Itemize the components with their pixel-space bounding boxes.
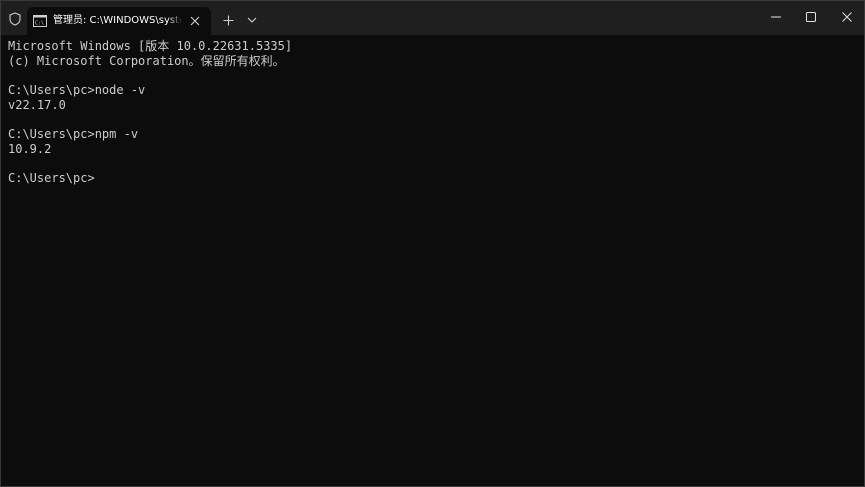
chevron-down-icon [247,17,257,23]
new-tab-button[interactable] [219,11,237,29]
terminal-prompt[interactable]: C:\Users\pc> [8,171,858,186]
close-icon [842,12,852,22]
terminal-line: C:\Users\pc>node -v [8,83,146,98]
terminal-line: (c) Microsoft Corporation。保留所有权利。 [8,53,285,68]
svg-text:C:\: C:\ [35,21,44,27]
maximize-icon [806,12,816,22]
terminal-window: C:\ 管理员: C:\WINDOWS\system32\cmd.exe [0,0,865,487]
terminal-line: Microsoft Windows [版本 10.0.22631.5335] [8,39,293,53]
terminal-output[interactable]: Microsoft Windows [版本 10.0.22631.5335] (… [8,39,858,479]
tab-cmd[interactable]: C:\ 管理员: C:\WINDOWS\system32\cmd.exe [27,7,211,35]
close-tab-button[interactable] [187,13,203,29]
tab-title-fade [167,13,183,29]
terminal-line: 10.9.2 [8,141,52,156]
close-window-button[interactable] [829,1,864,33]
shield-icon [8,12,22,26]
minimize-icon [771,16,781,18]
plus-icon [223,15,233,25]
maximize-button[interactable] [793,1,829,33]
tab-title: 管理员: C:\WINDOWS\system32\cmd.exe [53,15,181,26]
tab-dropdown-button[interactable] [243,11,261,29]
terminal-line: C:\Users\pc>npm -v [8,127,139,142]
cmd-icon: C:\ [33,14,47,27]
close-icon [190,16,200,26]
minimize-button[interactable] [758,1,794,33]
terminal-line: v22.17.0 [8,97,66,112]
title-bar[interactable]: C:\ 管理员: C:\WINDOWS\system32\cmd.exe [1,1,864,35]
